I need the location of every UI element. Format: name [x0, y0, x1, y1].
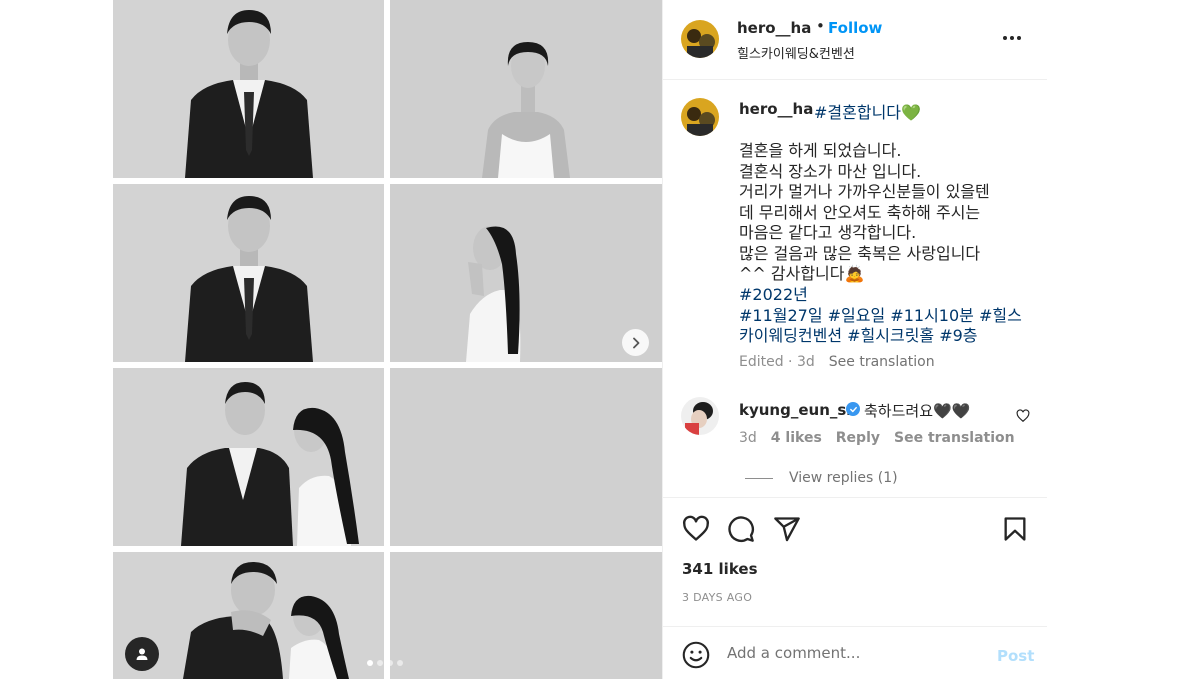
emoji-icon[interactable] — [682, 641, 710, 669]
post-location[interactable]: 힐스카이웨딩&컨벤션 — [737, 43, 855, 62]
replies-divider — [745, 478, 773, 479]
photo-bride-profile — [390, 184, 662, 362]
caption-avatar[interactable] — [681, 98, 719, 136]
share-icon[interactable] — [773, 515, 801, 543]
post-header: hero__ha • Follow 힐스카이웨딩&컨벤션 — [663, 0, 1047, 80]
more-horizontal-icon — [1003, 36, 1007, 40]
user-icon — [136, 648, 148, 660]
likes-count[interactable]: 341 likes — [682, 560, 758, 578]
photo-bride-portrait — [390, 0, 662, 178]
commenter-avatar[interactable] — [681, 397, 719, 435]
post-comment-button[interactable]: Post — [997, 647, 1034, 665]
photo-blank-backdrop-2 — [390, 552, 662, 679]
verified-badge-icon — [846, 402, 860, 416]
carousel-next-button[interactable] — [622, 329, 649, 356]
author-avatar[interactable] — [681, 20, 719, 58]
comment-like-heart-icon[interactable] — [1016, 409, 1030, 423]
comment-input[interactable] — [727, 644, 987, 662]
comment-reply-button[interactable]: Reply — [836, 430, 880, 446]
carousel-dot — [397, 660, 403, 666]
photo-groom-smiling — [113, 184, 384, 362]
carousel-dot — [377, 660, 383, 666]
comment-username[interactable]: kyung_eun_s2 — [739, 401, 857, 419]
more-options-button[interactable] — [1003, 36, 1021, 40]
photo-groom-portrait — [113, 0, 384, 178]
caption-username[interactable]: hero__ha — [739, 100, 813, 118]
caption-hashtags[interactable]: #2022년 #11월27일 #일요일 #11시10분 #힐스 카이웨딩컨벤션 … — [739, 285, 1039, 347]
header-separator: • — [816, 17, 825, 35]
comment-icon[interactable] — [727, 515, 755, 543]
chevron-right-icon — [632, 337, 639, 348]
photo-blank-backdrop — [390, 368, 662, 546]
caption-see-translation[interactable]: See translation — [829, 354, 935, 370]
comment-text: 축하드려요🖤🖤 — [864, 402, 971, 420]
comment-time: 3d — [739, 430, 757, 446]
heart-icon[interactable] — [682, 515, 710, 543]
bookmark-icon[interactable] — [1001, 515, 1029, 543]
header-username[interactable]: hero__ha — [737, 19, 811, 37]
caption-edited-time: Edited · 3d — [739, 354, 815, 370]
comment-meta: 3d 4 likes Reply See translation — [739, 430, 1029, 446]
caption-meta: Edited · 3d See translation — [739, 354, 935, 370]
caption-title-hashtag[interactable]: #결혼합니다💚 — [814, 99, 921, 123]
photo-couple-together — [113, 368, 384, 546]
carousel-indicator — [367, 660, 403, 666]
post-actions: 341 likes 3 DAYS AGO — [663, 497, 1047, 627]
view-replies-button[interactable]: View replies (1) — [789, 470, 898, 486]
carousel-dot — [387, 660, 393, 666]
carousel-dot — [367, 660, 373, 666]
instagram-post: hero__ha • Follow 힐스카이웨딩&컨벤션 hero__ha #결… — [113, 0, 1047, 679]
post-sidebar: hero__ha • Follow 힐스카이웨딩&컨벤션 hero__ha #결… — [662, 0, 1047, 679]
comment-likes[interactable]: 4 likes — [771, 430, 822, 446]
user-tags-button[interactable] — [125, 637, 159, 671]
post-date[interactable]: 3 DAYS AGO — [682, 591, 752, 604]
caption-text: 결혼을 하게 되었습니다. 결혼식 장소가 마산 입니다. 거리가 멀거나 가까… — [739, 141, 990, 283]
comment-see-translation[interactable]: See translation — [894, 430, 1015, 446]
add-comment-bar: Post — [663, 626, 1047, 679]
post-media-collage[interactable] — [113, 0, 662, 679]
follow-button[interactable]: Follow — [828, 19, 882, 37]
